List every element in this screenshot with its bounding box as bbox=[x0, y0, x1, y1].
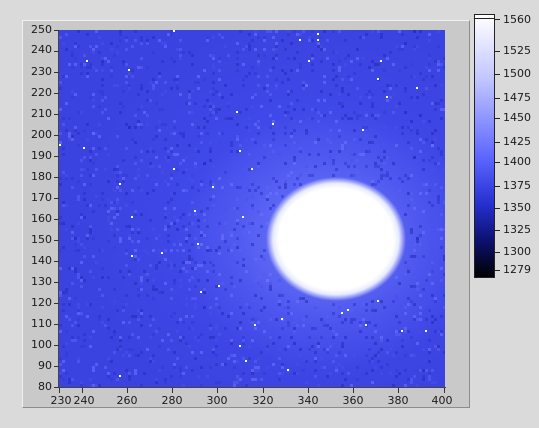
x-axis-line bbox=[58, 387, 446, 388]
x-tick-label: 360 bbox=[342, 394, 364, 407]
y-axis-line bbox=[58, 30, 59, 388]
x-tick-label: 260 bbox=[116, 394, 138, 407]
colorbar-label: 1325 bbox=[503, 223, 531, 236]
x-tick-mark bbox=[353, 388, 354, 393]
colorbar-tick bbox=[495, 98, 500, 99]
x-tick-mark bbox=[82, 388, 83, 393]
y-tick-mark bbox=[54, 30, 59, 31]
y-tick-mark bbox=[54, 240, 59, 241]
y-tick-label: 90 bbox=[38, 359, 52, 372]
y-tick-label: 210 bbox=[31, 107, 52, 120]
colorbar-tick bbox=[495, 162, 500, 163]
x-tick-label: 380 bbox=[387, 394, 409, 407]
x-tick-mark bbox=[444, 388, 445, 393]
y-tick-label: 250 bbox=[31, 23, 52, 36]
colorbar-tick bbox=[495, 51, 500, 52]
y-tick-label: 140 bbox=[31, 254, 52, 267]
x-tick-label: 280 bbox=[161, 394, 183, 407]
colorbar-label: 1475 bbox=[503, 91, 531, 104]
image-plot-area[interactable] bbox=[59, 30, 445, 387]
y-tick-label: 120 bbox=[31, 296, 52, 309]
colorbar-tick bbox=[495, 208, 500, 209]
colorbar-label: 1525 bbox=[503, 44, 531, 57]
y-tick-label: 130 bbox=[31, 275, 52, 288]
y-tick-label: 100 bbox=[31, 338, 52, 351]
x-tick-mark bbox=[59, 388, 60, 393]
colorbar-label: 1300 bbox=[503, 245, 531, 258]
y-tick-mark bbox=[54, 177, 59, 178]
y-tick-label: 200 bbox=[31, 128, 52, 141]
y-tick-mark bbox=[54, 324, 59, 325]
y-tick-label: 220 bbox=[31, 86, 52, 99]
y-tick-label: 160 bbox=[31, 212, 52, 225]
colorbar-tick bbox=[495, 252, 500, 253]
x-tick-mark bbox=[127, 388, 128, 393]
colorbar-tick bbox=[495, 142, 500, 143]
y-tick-mark bbox=[54, 72, 59, 73]
x-tick-label: 300 bbox=[206, 394, 228, 407]
x-tick-label: 240 bbox=[73, 394, 95, 407]
x-tick-mark bbox=[217, 388, 218, 393]
intensity-colorbar bbox=[474, 14, 495, 278]
x-tick-label: 340 bbox=[297, 394, 319, 407]
colorbar-tick bbox=[495, 74, 500, 75]
y-tick-label: 110 bbox=[31, 317, 52, 330]
colorbar-label: 1560 bbox=[503, 13, 531, 26]
colorbar-tick bbox=[495, 19, 500, 20]
y-tick-mark bbox=[54, 366, 59, 367]
y-tick-mark bbox=[54, 156, 59, 157]
y-tick-mark bbox=[54, 51, 59, 52]
y-tick-label: 240 bbox=[31, 43, 52, 56]
y-tick-label: 80 bbox=[38, 380, 52, 393]
x-tick-mark bbox=[308, 388, 309, 393]
y-tick-mark bbox=[54, 303, 59, 304]
colorbar-label: 1425 bbox=[503, 135, 531, 148]
colorbar-label: 1279 bbox=[503, 263, 531, 276]
y-tick-label: 190 bbox=[31, 149, 52, 162]
y-tick-label: 230 bbox=[31, 65, 52, 78]
colorbar-label: 1400 bbox=[503, 155, 531, 168]
intensity-noise-overlay bbox=[59, 30, 445, 387]
colorbar-label: 1500 bbox=[503, 67, 531, 80]
y-tick-mark bbox=[54, 135, 59, 136]
y-tick-mark bbox=[54, 219, 59, 220]
colorbar-tick bbox=[495, 230, 500, 231]
y-tick-label: 150 bbox=[31, 233, 52, 246]
x-tick-label: 400 bbox=[431, 394, 453, 407]
y-tick-label: 170 bbox=[31, 191, 52, 204]
colorbar-tick bbox=[495, 270, 500, 271]
x-tick-label: 320 bbox=[252, 394, 274, 407]
colorbar-tick bbox=[495, 118, 500, 119]
x-tick-mark bbox=[263, 388, 264, 393]
y-tick-mark bbox=[54, 261, 59, 262]
colorbar-tick bbox=[495, 186, 500, 187]
y-tick-label: 180 bbox=[31, 170, 52, 183]
colorbar-max-cap bbox=[474, 14, 495, 19]
x-tick-mark bbox=[172, 388, 173, 393]
y-tick-mark bbox=[54, 93, 59, 94]
colorbar-label: 1350 bbox=[503, 201, 531, 214]
y-tick-mark bbox=[54, 345, 59, 346]
y-tick-mark bbox=[54, 114, 59, 115]
colorbar-label: 1450 bbox=[503, 111, 531, 124]
x-tick-mark bbox=[398, 388, 399, 393]
colorbar-label: 1375 bbox=[503, 179, 531, 192]
y-tick-mark bbox=[54, 198, 59, 199]
y-tick-mark bbox=[54, 282, 59, 283]
